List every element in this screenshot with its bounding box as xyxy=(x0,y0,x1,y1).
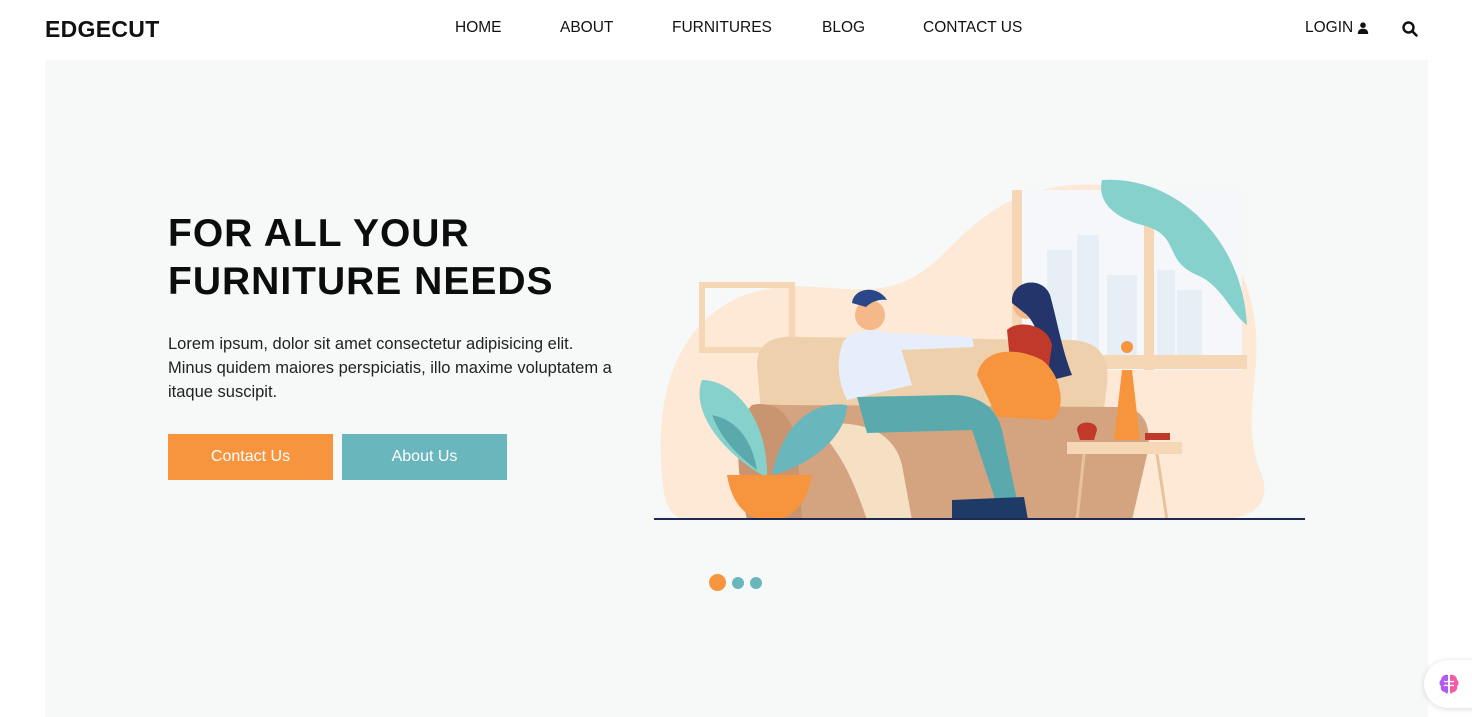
carousel-dot-1[interactable] xyxy=(709,574,726,591)
headline-line-2: FURNITURE NEEDS xyxy=(168,260,554,303)
about-us-button[interactable]: About Us xyxy=(342,434,507,480)
carousel-indicators xyxy=(709,574,762,591)
brain-icon xyxy=(1439,674,1459,694)
carousel-dot-2[interactable] xyxy=(732,576,744,589)
main-nav: HOME ABOUT FURNITURES BLOG CONTACT US xyxy=(0,19,1472,39)
user-icon xyxy=(1358,22,1369,34)
nav-blog[interactable]: BLOG xyxy=(822,19,865,37)
contact-us-button[interactable]: Contact Us xyxy=(168,434,333,480)
nav-about[interactable]: ABOUT xyxy=(560,19,613,37)
site-header: EDGECUT HOME ABOUT FURNITURES BLOG CONTA… xyxy=(0,0,1472,58)
nav-contact-us[interactable]: CONTACT US xyxy=(923,19,1022,37)
login-link[interactable]: LOGIN xyxy=(1305,19,1369,37)
hero-headline: FOR ALL YOUR FURNITURE NEEDS xyxy=(168,210,648,306)
nav-home[interactable]: HOME xyxy=(455,19,502,37)
search-icon[interactable] xyxy=(1401,20,1419,38)
headline-line-1: FOR ALL YOUR xyxy=(168,212,470,255)
hero-illustration xyxy=(654,179,1305,521)
login-label: LOGIN xyxy=(1305,19,1354,36)
nav-furnitures[interactable]: FURNITURES xyxy=(672,19,772,37)
carousel-dot-3[interactable] xyxy=(750,576,762,589)
assistant-widget[interactable] xyxy=(1424,660,1472,708)
hero-description: Lorem ipsum, dolor sit amet consectetur … xyxy=(168,335,612,401)
